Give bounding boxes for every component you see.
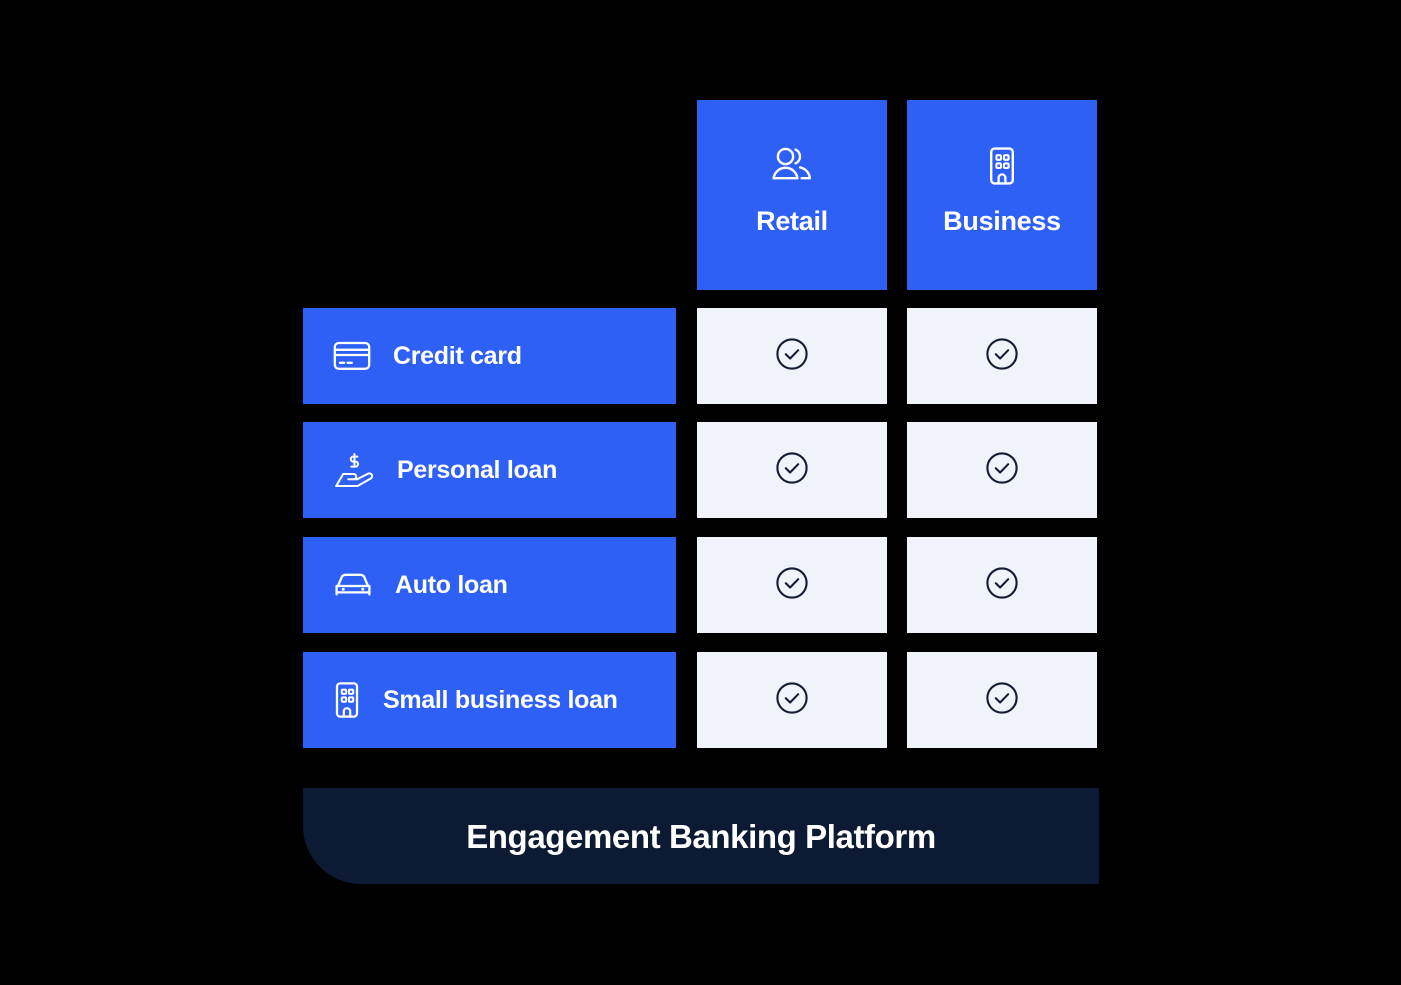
check-circle-icon <box>985 681 1019 720</box>
check-circle-icon <box>985 451 1019 490</box>
cell-personal-loan-retail[interactable] <box>697 422 887 518</box>
car-icon <box>333 569 373 601</box>
cell-small-business-loan-retail[interactable] <box>697 652 887 748</box>
credit-card-icon <box>333 341 371 371</box>
check-circle-icon <box>775 451 809 490</box>
row-label-auto-loan[interactable]: Auto loan <box>303 537 676 633</box>
check-circle-icon <box>985 337 1019 376</box>
row-label-personal-loan[interactable]: Personal loan <box>303 422 676 518</box>
cell-auto-loan-business[interactable] <box>907 537 1097 633</box>
users-icon <box>771 146 813 186</box>
check-circle-icon <box>775 681 809 720</box>
check-circle-icon <box>985 566 1019 605</box>
row-label-text: Personal loan <box>397 455 558 484</box>
cell-credit-card-business[interactable] <box>907 308 1097 404</box>
column-header-label: Retail <box>756 206 828 236</box>
row-label-small-business-loan[interactable]: Small business loan <box>303 652 676 748</box>
platform-footer-label: Engagement Banking Platform <box>466 817 936 855</box>
cell-personal-loan-business[interactable] <box>907 422 1097 518</box>
column-header-business[interactable]: Business <box>907 100 1097 290</box>
cell-credit-card-retail[interactable] <box>697 308 887 404</box>
row-label-credit-card[interactable]: Credit card <box>303 308 676 404</box>
cell-small-business-loan-business[interactable] <box>907 652 1097 748</box>
row-label-text: Credit card <box>393 341 522 370</box>
matrix-diagram: Retail Business Credit card Personal loa… <box>0 0 1401 985</box>
row-label-text: Auto loan <box>395 570 508 599</box>
column-header-retail[interactable]: Retail <box>697 100 887 290</box>
platform-footer-bar: Engagement Banking Platform <box>303 788 1099 884</box>
building-icon <box>333 681 361 719</box>
building-icon <box>987 146 1017 186</box>
check-circle-icon <box>775 337 809 376</box>
cell-auto-loan-retail[interactable] <box>697 537 887 633</box>
row-label-text: Small business loan <box>383 685 618 714</box>
hand-dollar-icon <box>333 452 375 488</box>
column-header-label: Business <box>943 206 1061 236</box>
check-circle-icon <box>775 566 809 605</box>
